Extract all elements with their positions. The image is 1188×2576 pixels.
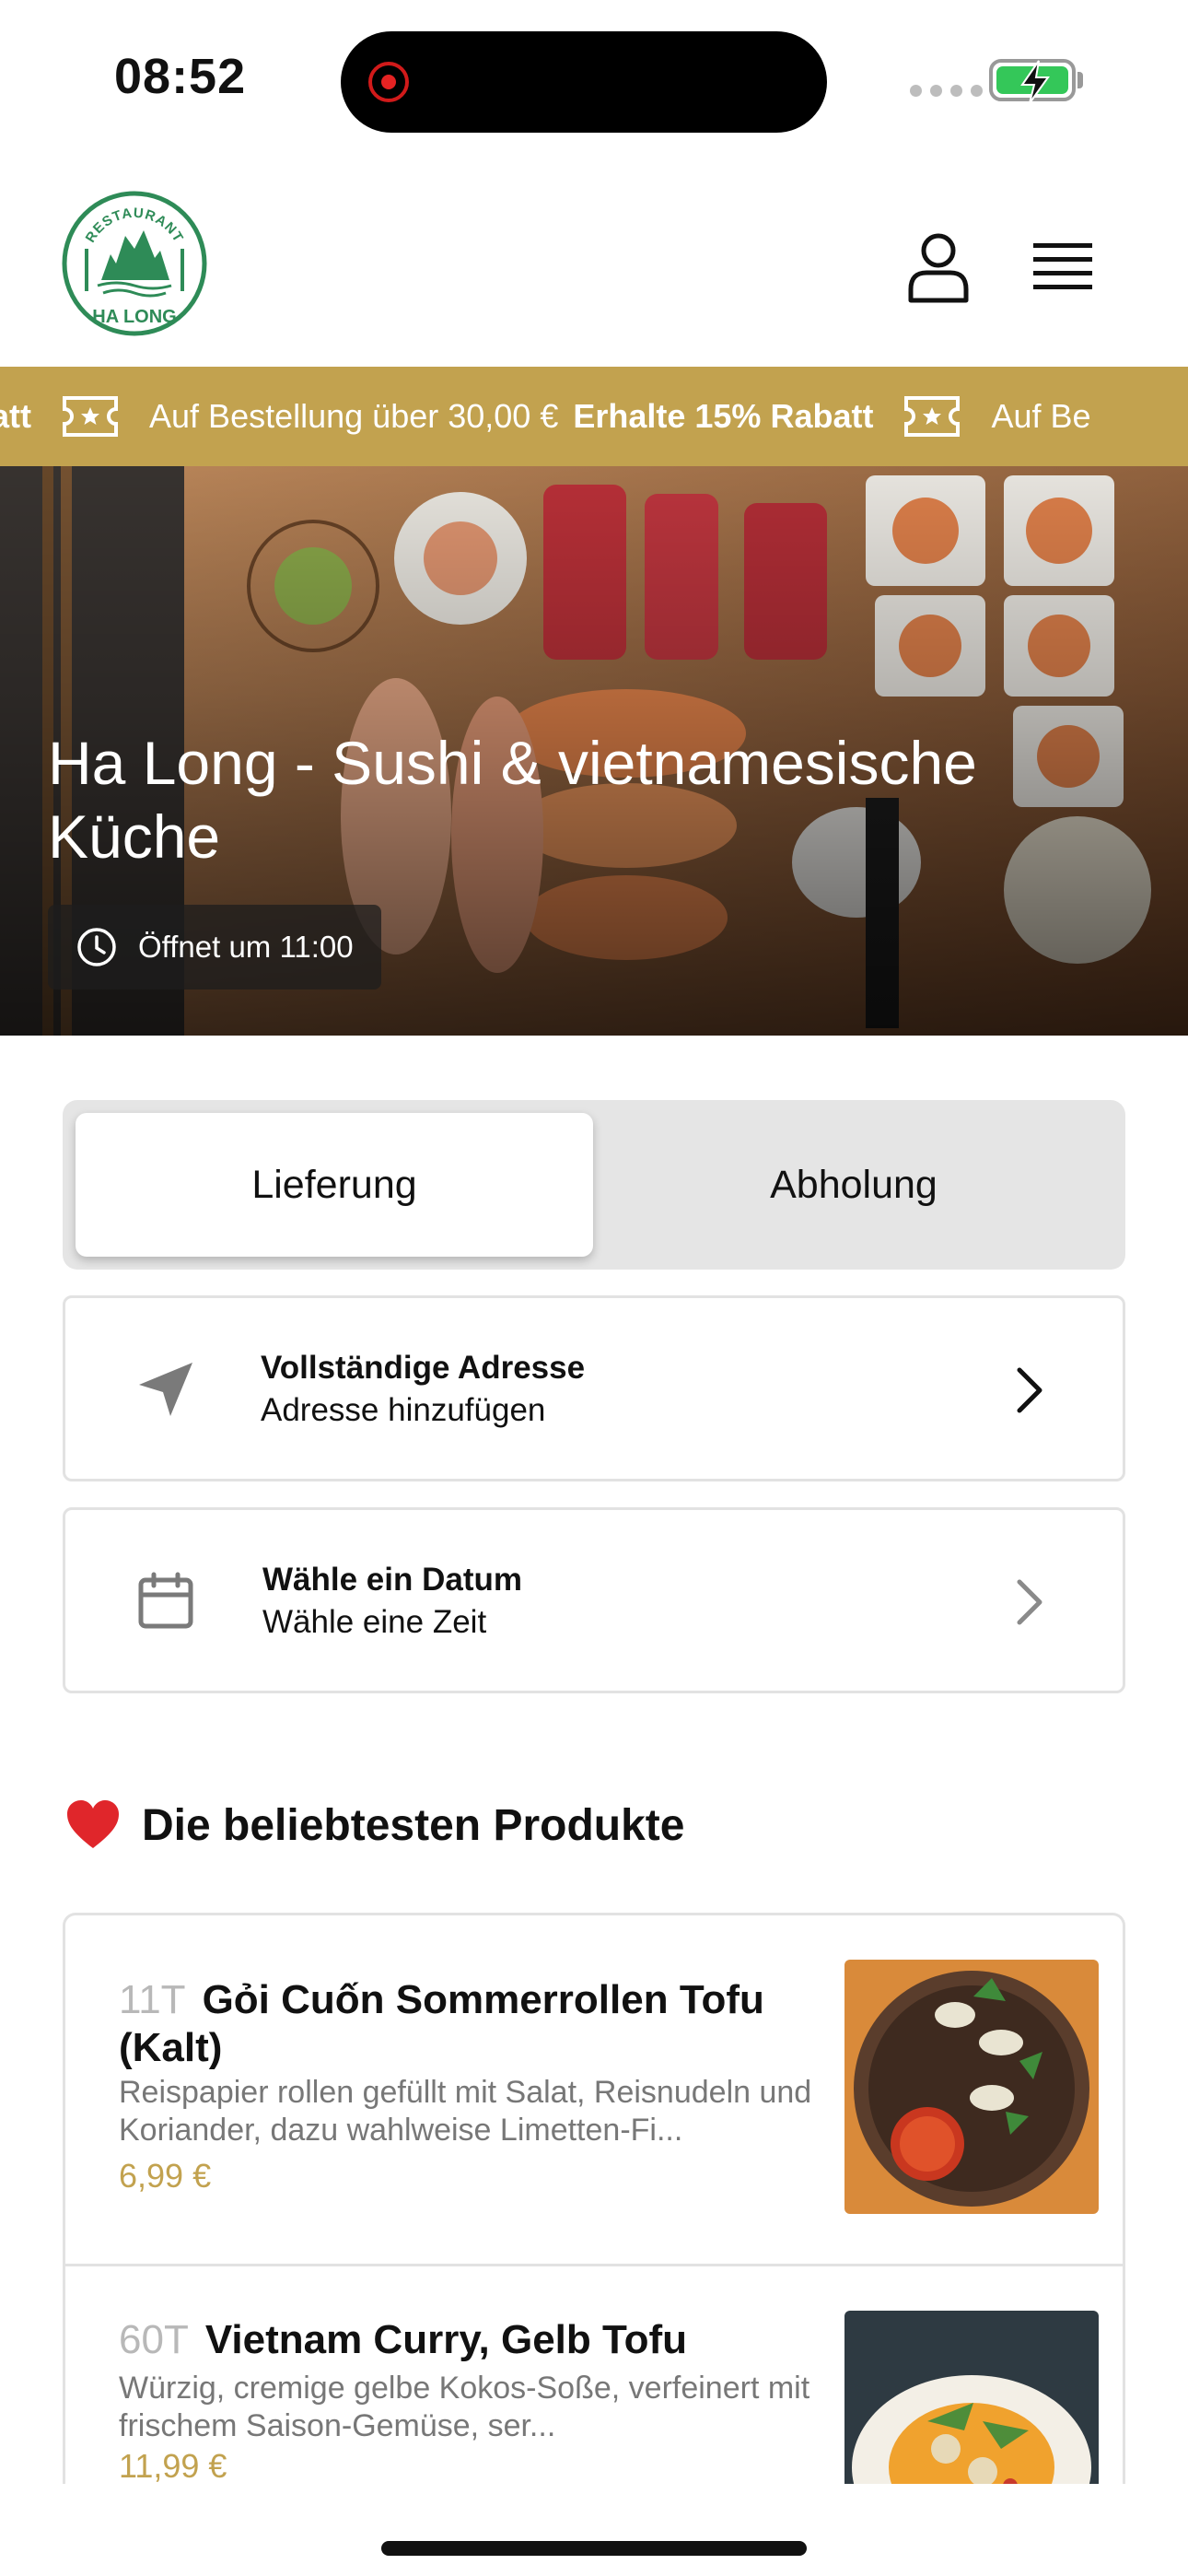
address-selector[interactable]: Vollständige Adresse Adresse hinzufügen [63,1295,1125,1481]
cellular-signal-icon [910,85,983,97]
coupon-ticket-icon [63,396,119,437]
product-price: 6,99 € [119,2157,212,2195]
hero-banner: Ha Long - Sushi & vietnamesische Küche Ö… [0,466,1188,1036]
product-card[interactable]: 60T Vietnam Curry, Gelb Tofu Würzig, crem… [65,2264,1123,2484]
opening-hours-text: Öffnet um 11:00 [138,930,354,964]
date-time-selector[interactable]: Wähle ein Datum Wähle eine Zeit [63,1507,1125,1693]
coupon-ticket-icon [904,396,961,437]
promo-lead-fragment: Rabatt [0,397,32,435]
heart-icon [67,1800,119,1848]
time-subtitle: Wähle eine Zeit [262,1604,487,1640]
logo-text-top: RESTAURANT [83,205,186,246]
hamburger-menu-icon[interactable] [1033,241,1092,293]
location-arrow-icon [139,1363,192,1416]
restaurant-name: Ha Long - Sushi & vietnamesische Küche [48,729,977,871]
address-subtitle: Adresse hinzufügen [261,1392,546,1428]
product-code: 11T [119,1977,186,2022]
promo-text: Auf Bestellung über 30,00 € [149,397,559,435]
promo-trail-fragment: Auf Be [991,397,1091,435]
opening-hours-badge: Öffnet um 11:00 [48,905,381,989]
svg-text:RESTAURANT: RESTAURANT [83,205,187,246]
tab-delivery[interactable]: Lieferung [76,1113,593,1257]
product-price: 11,99 € [119,2447,227,2484]
logo-text-bottom: HA LONG [92,307,176,327]
status-bar: 08:52 [0,0,1188,157]
tab-pickup[interactable]: Abholung [595,1113,1112,1257]
promo-highlight: Erhalte 15% Rabatt [573,397,874,435]
battery-cap [1077,72,1083,88]
product-description: Würzig, cremige gelbe Kokos-Soße, verfei… [119,2371,810,2443]
battery-icon [989,59,1076,104]
user-profile-icon[interactable] [906,232,971,304]
recording-icon [368,62,409,102]
product-image [844,1960,1099,2214]
calendar-icon [138,1572,193,1629]
chevron-right-icon [1017,1367,1042,1413]
dynamic-island [341,31,827,133]
home-indicator[interactable] [381,2541,807,2556]
product-name: 11T Gỏi Cuốn Sommerrollen Tofu (Kalt) [119,1977,764,2070]
date-title: Wähle ein Datum [262,1562,522,1598]
address-title: Vollständige Adresse [261,1350,586,1386]
charging-bolt-icon [1020,60,1050,104]
chevron-right-icon [1017,1579,1042,1625]
promo-banner: Rabatt Auf Bestellung über 30,00 € Erhal… [0,367,1188,466]
status-time: 08:52 [114,49,247,104]
app-header: RESTAURANT HA LONG [0,157,1188,367]
order-mode-switch: Lieferung Abholung [63,1100,1125,1270]
product-card[interactable]: 11T Gỏi Cuốn Sommerrollen Tofu (Kalt) Rei… [65,1915,1123,2264]
product-image [844,2311,1099,2484]
popular-products-heading: Die beliebtesten Produkte [64,1798,684,1852]
clock-icon [77,928,116,966]
product-code: 60T [119,2317,189,2362]
popular-products-list: 11T Gỏi Cuốn Sommerrollen Tofu (Kalt) Rei… [63,1913,1125,2484]
product-description: Reispapier rollen gefüllt mit Salat, Rei… [119,2075,812,2148]
restaurant-logo[interactable]: RESTAURANT HA LONG [61,190,208,337]
product-name: 60T Vietnam Curry, Gelb Tofu [119,2317,688,2362]
